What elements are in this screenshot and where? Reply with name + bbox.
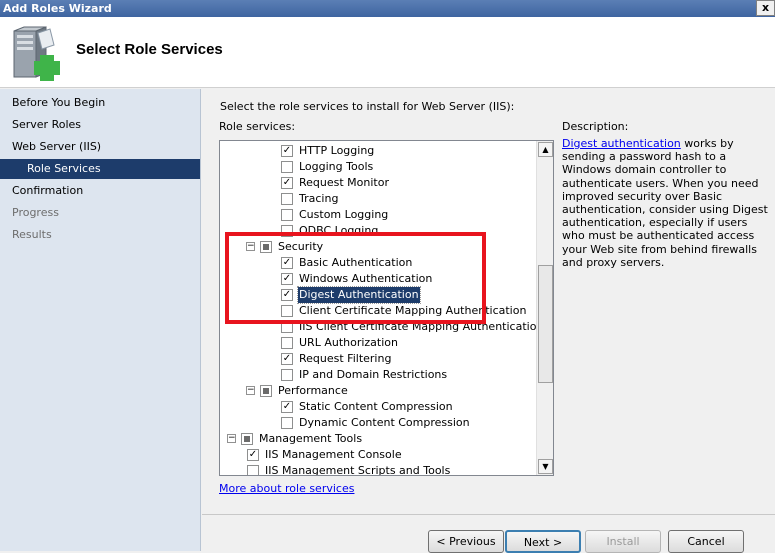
role-service-checkbox[interactable] <box>281 193 293 205</box>
page-title: Select Role Services <box>76 41 223 58</box>
role-service-checkbox[interactable]: ✓ <box>281 177 293 189</box>
nav-step-progress: Progress <box>12 206 59 219</box>
nav-step-web-server[interactable]: Web Server (IIS) <box>0 137 200 157</box>
tree-item[interactable]: ✓ IIS Management Console <box>220 447 536 463</box>
tree-item-label[interactable]: Dynamic Content Compression <box>298 415 471 431</box>
description-body: Digest authentication works by sending a… <box>562 137 770 269</box>
role-service-checkbox[interactable] <box>260 385 272 397</box>
nav-step-results: Results <box>12 228 52 241</box>
wizard-header: Select Role Services <box>0 17 775 88</box>
tree-item[interactable]: Logging Tools <box>220 159 536 175</box>
window-title: Add Roles Wizard <box>3 2 112 15</box>
server-add-icon <box>13 26 60 81</box>
role-service-checkbox[interactable]: ✓ <box>281 353 293 365</box>
tree-item[interactable]: IIS Management Scripts and Tools <box>220 463 536 475</box>
role-service-checkbox[interactable] <box>281 369 293 381</box>
tree-item-label[interactable]: Custom Logging <box>298 207 389 223</box>
description-title: Description: <box>562 120 629 133</box>
tree-item-label[interactable]: URL Authorization <box>298 335 399 351</box>
role-service-checkbox[interactable] <box>281 337 293 349</box>
tree-scrollbar[interactable]: ▲ ▼ <box>536 141 553 475</box>
role-service-checkbox[interactable] <box>247 465 259 475</box>
tree-item-label[interactable]: Tracing <box>298 191 339 207</box>
nav-step-before-you-begin[interactable]: Before You Begin <box>0 93 200 113</box>
role-service-checkbox[interactable] <box>241 433 253 445</box>
role-service-checkbox[interactable]: ✓ <box>281 145 293 157</box>
tree-item-label[interactable]: Performance <box>277 383 349 399</box>
tree-item-label[interactable]: Static Content Compression <box>298 399 454 415</box>
role-service-checkbox[interactable] <box>281 161 293 173</box>
install-button: Install <box>585 530 661 553</box>
description-text: works by sending a password hash to a Wi… <box>562 137 768 269</box>
role-service-checkbox[interactable]: ✓ <box>281 401 293 413</box>
more-about-role-services-link[interactable]: More about role services <box>219 482 354 495</box>
role-services-label: Role services: <box>219 120 296 133</box>
tree-item[interactable]: Custom Logging <box>220 207 536 223</box>
nav-step-server-roles[interactable]: Server Roles <box>0 115 200 135</box>
tree-item[interactable]: ✓ HTTP Logging <box>220 143 536 159</box>
role-service-checkbox[interactable]: ✓ <box>247 449 259 461</box>
tree-item-label[interactable]: Request Filtering <box>298 351 392 367</box>
tree-item[interactable]: URL Authorization <box>220 335 536 351</box>
tree-item-label[interactable]: IIS Management Console <box>264 447 403 463</box>
tree-item[interactable]: IP and Domain Restrictions <box>220 367 536 383</box>
scroll-thumb[interactable] <box>538 265 553 383</box>
scroll-down-button[interactable]: ▼ <box>538 459 553 474</box>
tree-item-label[interactable]: Request Monitor <box>298 175 390 191</box>
tree-item[interactable]: − Performance <box>220 383 536 399</box>
previous-button[interactable]: < Previous <box>428 530 504 553</box>
tree-item[interactable]: Dynamic Content Compression <box>220 415 536 431</box>
annotation-highlight-box <box>225 232 486 324</box>
tree-item-label[interactable]: Logging Tools <box>298 159 374 175</box>
instructions-text: Select the role services to install for … <box>220 100 515 113</box>
tree-item[interactable]: − Management Tools <box>220 431 536 447</box>
tree-item-label[interactable]: IP and Domain Restrictions <box>298 367 448 383</box>
tree-item[interactable]: ✓ Static Content Compression <box>220 399 536 415</box>
tree-expander-icon[interactable]: − <box>246 386 255 395</box>
next-button[interactable]: Next > <box>505 530 581 553</box>
tree-item[interactable]: ✓ Request Monitor <box>220 175 536 191</box>
close-button[interactable]: x <box>756 0 775 16</box>
tree-item-label[interactable]: Management Tools <box>258 431 363 447</box>
nav-step-confirmation[interactable]: Confirmation <box>0 181 200 201</box>
cancel-button[interactable]: Cancel <box>668 530 744 553</box>
digest-authentication-link[interactable]: Digest authentication <box>562 137 681 150</box>
role-service-checkbox[interactable] <box>281 209 293 221</box>
button-bar-divider <box>202 514 775 515</box>
role-service-checkbox[interactable] <box>281 417 293 429</box>
tree-expander-icon[interactable]: − <box>227 434 236 443</box>
title-bar: Add Roles Wizard x <box>0 0 775 17</box>
wizard-steps-nav: Before You Begin Server Roles Web Server… <box>0 89 201 551</box>
nav-step-role-services[interactable]: Role Services <box>0 159 200 179</box>
tree-item-label[interactable]: HTTP Logging <box>298 143 375 159</box>
tree-item[interactable]: ✓ Request Filtering <box>220 351 536 367</box>
tree-item-label[interactable]: IIS Management Scripts and Tools <box>264 463 451 475</box>
tree-item[interactable]: Tracing <box>220 191 536 207</box>
scroll-up-button[interactable]: ▲ <box>538 142 553 157</box>
